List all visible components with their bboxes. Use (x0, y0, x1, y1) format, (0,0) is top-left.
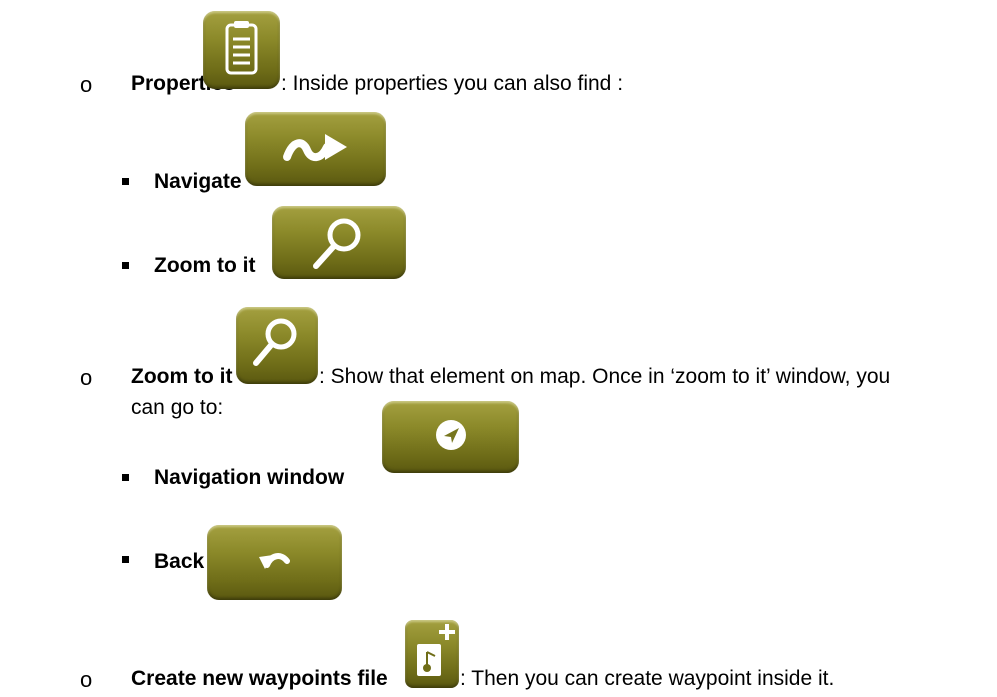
bullet-circle: o (80, 667, 93, 692)
magnifier-icon[interactable] (236, 307, 318, 384)
bullet-circle: o (80, 365, 93, 390)
undo-arrow-icon[interactable] (207, 525, 342, 600)
clipboard-icon[interactable] (203, 11, 280, 89)
sub-item-title: Zoom to it (154, 254, 256, 277)
bullet-circle: o (80, 72, 93, 97)
sub-item-title: Back (154, 550, 205, 573)
item-description-continued: can go to: (131, 396, 224, 419)
bullet-square (122, 262, 129, 269)
magnifier-icon[interactable] (272, 206, 406, 279)
squiggle-arrow-icon[interactable] (245, 112, 386, 186)
item-description: : Inside properties you can also find : (281, 72, 624, 95)
bullet-square (122, 178, 129, 185)
item-description: : Show that element on map. Once in ‘zoo… (319, 365, 891, 388)
item-title: Create new waypoints file (131, 667, 388, 690)
bullet-square (122, 556, 129, 563)
navigation-arrow-icon[interactable] (382, 401, 519, 473)
bullet-square (122, 474, 129, 481)
item-description: : Then you can create waypoint inside it… (460, 667, 835, 690)
sub-item-title: Navigate (154, 170, 242, 193)
item-title: Zoom to it (131, 365, 233, 388)
new-file-icon[interactable] (405, 620, 459, 688)
sub-item-title: Navigation window (154, 466, 345, 489)
